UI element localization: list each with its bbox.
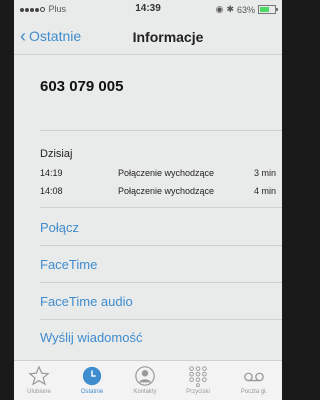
clock-icon [82, 366, 102, 386]
call-type: Połączenie wychodzące [118, 186, 215, 196]
divider [40, 319, 282, 320]
history-day: Dzisiaj [40, 148, 73, 160]
tab-contacts[interactable]: Kontakty [122, 365, 168, 395]
tab-favorites[interactable]: Ulubione [16, 365, 62, 395]
keypad-icon [189, 366, 207, 387]
bluetooth-icon: ✱ [226, 4, 234, 14]
battery-icon [258, 5, 278, 14]
tab-bar: Ulubione Ostatnie Kontakty Przyciski Poc… [14, 360, 282, 400]
call-button[interactable]: Połącz [40, 220, 79, 235]
facetime-audio-button[interactable]: FaceTime audio [40, 294, 133, 309]
divider [40, 130, 282, 131]
call-type: Połączenie wychodzące [118, 168, 215, 178]
divider [40, 207, 282, 208]
tab-label: Kontakty [133, 389, 157, 395]
star-icon [28, 365, 50, 386]
tab-label: Ulubione [27, 389, 51, 395]
tab-label: Poczta gł. [240, 389, 268, 395]
facetime-button[interactable]: FaceTime [40, 257, 97, 272]
call-time: 14:08 [40, 186, 63, 196]
send-message-button[interactable]: Wyślij wiadomość [40, 330, 142, 345]
phone-screen: Plus 14:39 ◉ ✱ 63% ‹ Ostatnie Informacje… [14, 0, 282, 400]
call-duration: 3 min [253, 168, 276, 178]
status-right: ◉ ✱ 63% [215, 4, 278, 15]
battery-percent: 63% [236, 4, 255, 15]
divider [40, 245, 282, 246]
voicemail-icon [244, 372, 264, 382]
contacts-icon [135, 366, 155, 386]
page-title: Informacje [132, 29, 204, 45]
tab-keypad[interactable]: Przyciski [175, 365, 221, 395]
phone-number: 603 079 005 [40, 78, 124, 95]
call-duration: 4 min [253, 186, 276, 196]
tab-recents[interactable]: Ostatnie [69, 365, 115, 395]
tab-label: Przyciski [186, 389, 210, 395]
navigation-bar: ‹ Ostatnie Informacje [14, 20, 282, 55]
call-time: 14:19 [40, 168, 63, 178]
tab-voicemail[interactable]: Poczta gł. [228, 365, 280, 395]
tab-label: Ostatnie [80, 389, 104, 395]
divider [40, 282, 282, 283]
lock-icon: ◉ [215, 4, 224, 14]
status-bar: Plus 14:39 ◉ ✱ 63% [14, 0, 282, 18]
